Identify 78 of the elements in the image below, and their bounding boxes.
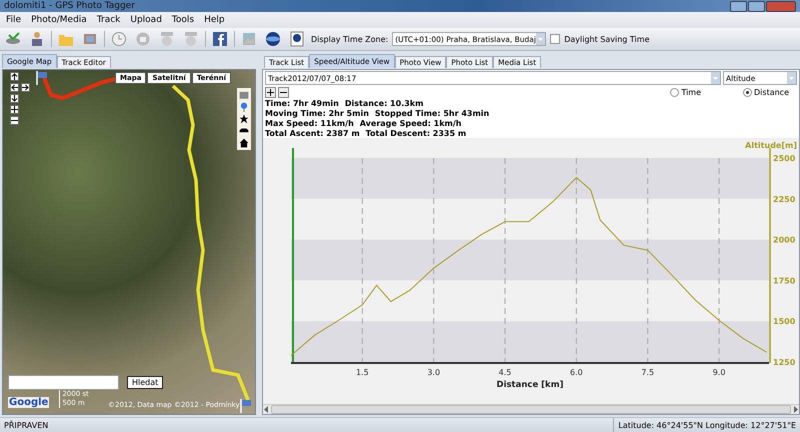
menu-item[interactable]: Upload	[130, 15, 162, 25]
map-photo-icon	[241, 31, 257, 47]
minus-icon	[11, 117, 18, 124]
search-field[interactable]	[8, 375, 119, 390]
menu-item[interactable]: Photo/Media	[31, 15, 87, 25]
y-tick-label: 2500	[773, 154, 796, 163]
track-stat: Moving Time: 2hr 5min	[265, 109, 369, 118]
pin-icon	[239, 102, 249, 112]
window-title: dolomiti1 - GPS Photo Tagger	[4, 1, 135, 11]
radio-button[interactable]	[670, 88, 680, 97]
plus-icon	[267, 89, 274, 96]
close-button[interactable]	[766, 0, 796, 12]
daylight-label: Daylight Saving Time	[564, 34, 650, 44]
x-tick-label: 9.0	[712, 368, 726, 377]
house-icon	[239, 138, 249, 148]
x-tick-label: 6.0	[570, 368, 583, 377]
daylight-checkbox[interactable]	[550, 34, 560, 44]
x-tick-label: 1.5	[356, 368, 369, 377]
globe-file-icon	[289, 31, 305, 47]
track-stat: Max Speed: 11km/h	[265, 119, 354, 128]
minimize-button[interactable]	[730, 0, 747, 12]
maximize-button[interactable]	[748, 0, 765, 12]
track-stat: Distance: 10.3km	[344, 99, 424, 108]
minus-icon	[280, 89, 287, 96]
zoom-out-button[interactable]	[10, 116, 19, 125]
person-icon	[29, 31, 45, 47]
disk-icon	[5, 31, 21, 47]
facebook-button[interactable]	[210, 29, 230, 49]
x-tick-label: 4.5	[498, 368, 512, 377]
x-axis-title: Distance [km]	[496, 380, 564, 388]
menu-item[interactable]: Tools	[172, 15, 194, 25]
globe-button[interactable]	[263, 29, 283, 49]
pan-left-button[interactable]	[10, 83, 19, 92]
x-tick-label: 3.0	[427, 368, 440, 377]
flag-icon	[35, 71, 49, 85]
globe-icon	[265, 31, 281, 47]
clock-icon	[111, 31, 127, 47]
scroll-right-icon	[793, 406, 799, 413]
track-stat: Total Descent: 2335 m	[366, 129, 466, 138]
caret-icon	[711, 72, 720, 84]
caret-icon	[787, 72, 796, 84]
coordinates-text: Latitude: 46°24'55"N Longitude: 12°27'51"E	[613, 418, 800, 432]
facebook-icon	[212, 31, 228, 47]
track-stat: Time: 7hr 49min	[265, 99, 339, 108]
y-tick-label: 1500	[773, 317, 796, 326]
zoom-in-button[interactable]	[265, 87, 276, 98]
menu-item[interactable]: Help	[204, 15, 225, 25]
track-stat: Stopped Time: 5hr 43min	[374, 109, 490, 118]
y-tick-label: 1750	[773, 276, 796, 286]
star-icon	[239, 114, 249, 124]
radio-label: Distance	[754, 88, 789, 97]
google-logo: Google	[8, 397, 50, 408]
radio-label: Time	[681, 88, 702, 97]
plus-icon	[11, 106, 18, 113]
scroll-left-icon	[263, 406, 269, 413]
menu-item[interactable]: Track	[96, 15, 120, 25]
x-tick-label: 7.5	[641, 368, 654, 377]
y-axis-title: Altitude[m]	[745, 141, 797, 150]
photos-icon	[82, 31, 98, 47]
track-stat: Total Ascent: 2387 m	[265, 129, 360, 138]
y-tick-label: 2250	[773, 194, 796, 204]
radio-button[interactable]	[743, 88, 752, 97]
zoom-in-button[interactable]	[10, 105, 19, 114]
flag-icon	[239, 399, 253, 413]
menu-item[interactable]: File	[6, 15, 22, 25]
pan-up-button[interactable]	[10, 72, 19, 81]
pan-down-button[interactable]	[10, 94, 19, 103]
y-tick-label: 2000	[773, 236, 796, 245]
zoom-out-button[interactable]	[278, 87, 289, 98]
y-tick-label: 1250	[773, 358, 796, 367]
horizontal-scrollbar[interactable]	[263, 404, 799, 414]
caret-icon	[536, 33, 546, 45]
pan-right-button[interactable]	[21, 83, 30, 92]
timezone-label: Display Time Zone:	[311, 34, 388, 44]
status-text: PŘIPRAVEN	[3, 420, 50, 430]
track-stat: Average Speed: 1km/h	[360, 119, 462, 128]
clock-button[interactable]	[109, 29, 129, 49]
search-button[interactable]: Hledat	[127, 376, 164, 389]
